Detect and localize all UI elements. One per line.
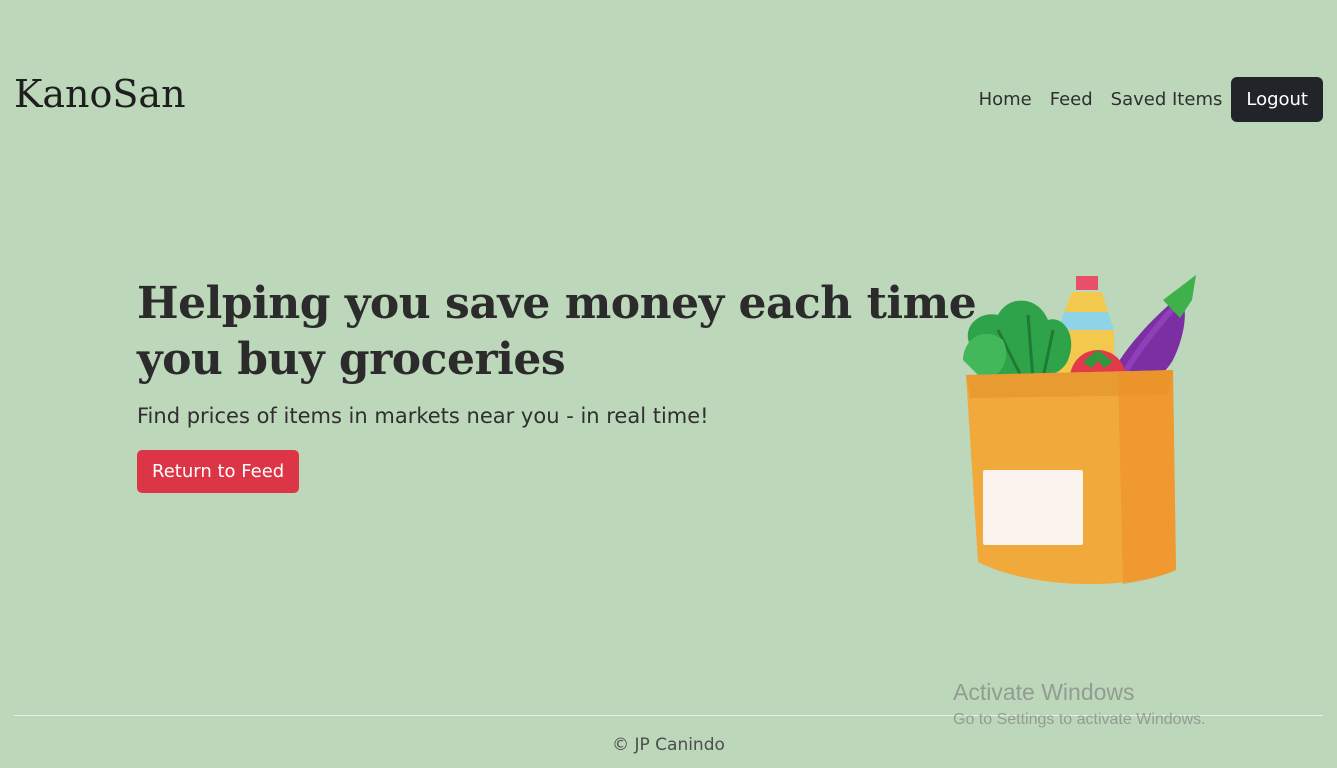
watermark-subtitle: Go to Settings to activate Windows. [953, 711, 1206, 728]
footer-copyright: © JP Canindo [612, 735, 725, 755]
hero-subtitle: Find prices of items in markets near you… [137, 404, 709, 428]
nav-link-feed[interactable]: Feed [1041, 78, 1102, 122]
return-to-feed-button[interactable]: Return to Feed [137, 450, 300, 493]
hero-section: Helping you save money each time you buy… [137, 276, 977, 493]
brand-logo[interactable]: KanoSan [14, 72, 186, 116]
hero-title: Helping you save money each time you buy… [137, 278, 977, 385]
nav-links: Home Feed Saved Items Logout [970, 77, 1323, 122]
logout-button[interactable]: Logout [1231, 77, 1323, 122]
activate-windows-watermark: Activate Windows Go to Settings to activ… [953, 677, 1206, 733]
watermark-title: Activate Windows [953, 679, 1135, 705]
grocery-bag-icon [958, 270, 1208, 595]
navbar: KanoSan Home Feed Saved Items Logout [0, 0, 1337, 200]
nav-link-home[interactable]: Home [970, 78, 1041, 122]
nav-link-saved-items[interactable]: Saved Items [1102, 78, 1232, 122]
